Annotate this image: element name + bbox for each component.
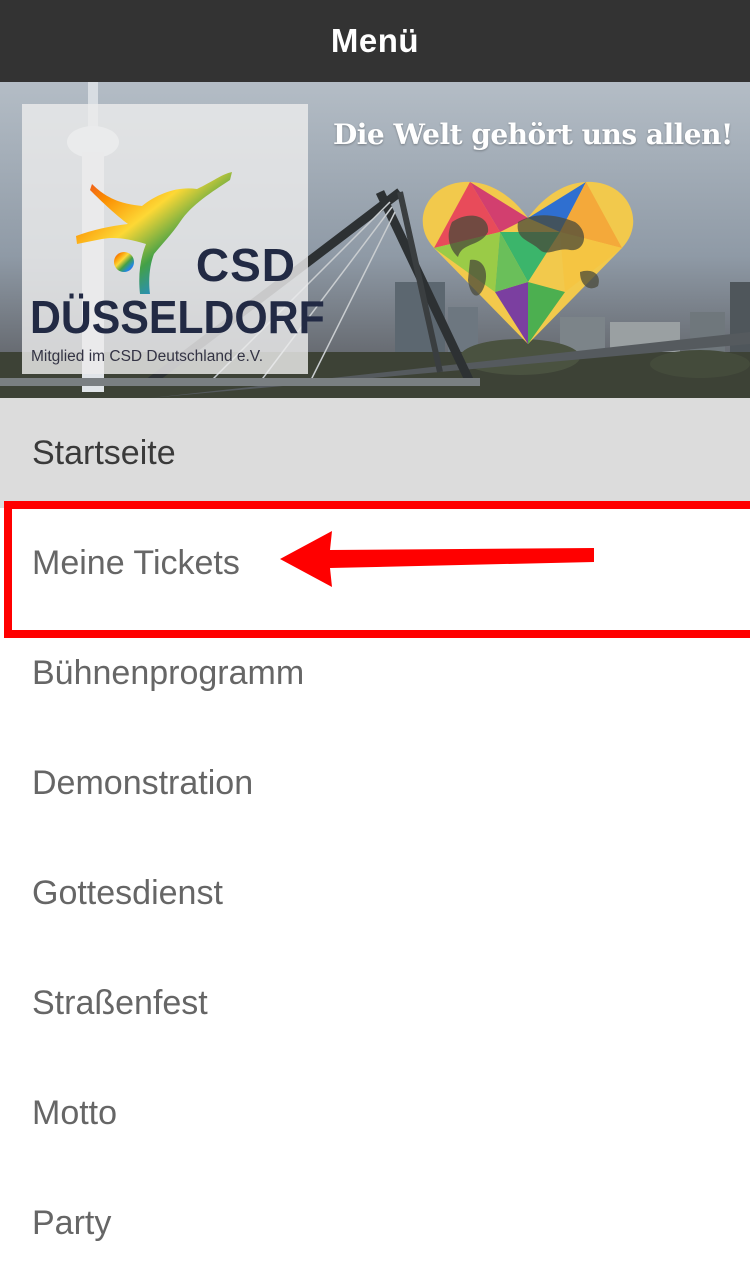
menu-item-label: Startseite (32, 433, 176, 472)
menu-item-demonstration[interactable]: Demonstration (0, 728, 750, 838)
logo-member-text: Mitglied im CSD Deutschland e.V. (31, 348, 264, 365)
menu-item-buehnenprogramm[interactable]: Bühnenprogramm (0, 618, 750, 728)
menu-item-label: Meine Tickets (32, 543, 240, 582)
app: Menü CSD DÜSSELDORF Mitglied im CSD Deut… (0, 0, 750, 1288)
menu-item-meine-tickets[interactable]: Meine Tickets (0, 508, 750, 618)
menu-item-label: Bühnenprogramm (32, 653, 305, 692)
menu-item-startseite[interactable]: Startseite (0, 398, 750, 508)
banner-slogan: Die Welt gehört uns allen! (333, 118, 733, 151)
header-banner: CSD DÜSSELDORF Mitglied im CSD Deutschla… (0, 82, 750, 398)
menu-item-party[interactable]: Party (0, 1168, 750, 1278)
menu-item-label: Party (32, 1203, 112, 1242)
logo-city-text: DÜSSELDORF (30, 291, 325, 343)
menu-item-strassenfest[interactable]: Straßenfest (0, 948, 750, 1058)
menu-item-label: Straßenfest (32, 983, 208, 1022)
menu-item-gottesdienst[interactable]: Gottesdienst (0, 838, 750, 948)
menu-item-label: Gottesdienst (32, 873, 223, 912)
menu-item-motto[interactable]: Motto (0, 1058, 750, 1168)
menu-item-label: Motto (32, 1093, 118, 1132)
page-title: Menü (330, 22, 420, 59)
side-menu-list: Startseite Meine Tickets Bühnenprogramm … (0, 398, 750, 1278)
menu-item-label: Demonstration (32, 763, 254, 802)
csd-logo: CSD DÜSSELDORF Mitglied im CSD Deutschla… (22, 104, 325, 374)
top-navigation-bar: Menü (0, 0, 750, 82)
logo-csd-text: CSD (195, 239, 296, 291)
